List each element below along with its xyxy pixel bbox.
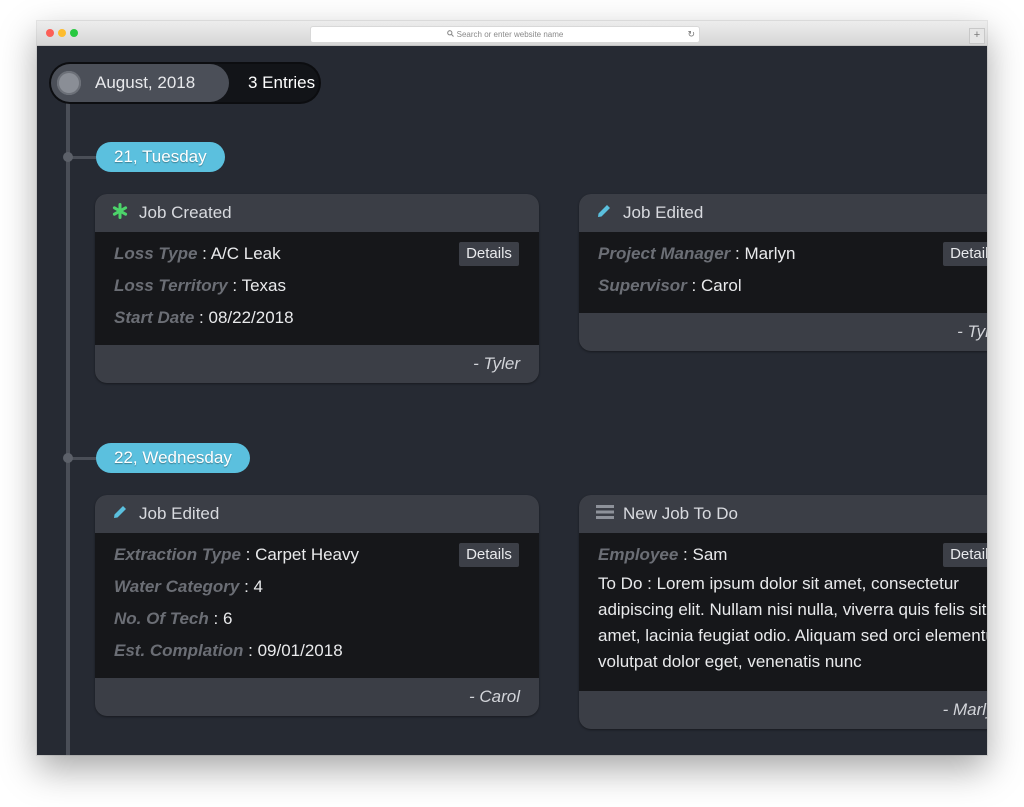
details-button[interactable]: Details — [943, 543, 987, 567]
card-title: Job Created — [139, 203, 232, 222]
minimize-window-button[interactable] — [58, 29, 66, 37]
card-header: Job Created — [95, 194, 539, 232]
timeline-node — [63, 453, 73, 463]
card-header: Job Edited — [579, 194, 987, 232]
new-tab-button[interactable]: + — [969, 28, 985, 44]
field-value: Carpet Heavy — [255, 545, 360, 564]
field-label: No. Of Tech — [114, 609, 209, 628]
card-title: Job Edited — [623, 203, 704, 222]
card-field: To Do : Lorem ipsum dolor sit amet, cons… — [598, 571, 987, 675]
field-label: To Do — [598, 574, 643, 593]
card-body: Loss Type : A/C Leak Loss Territory : Te… — [95, 232, 539, 338]
card-body: Employee : Sam To Do : Lorem ipsum dolor… — [579, 533, 987, 679]
timeline-line — [66, 102, 70, 755]
address-placeholder: Search or enter website name — [456, 30, 564, 39]
asterisk-icon — [112, 195, 132, 233]
field-value: Carol — [700, 276, 742, 295]
card-field: Start Date : 08/22/2018 — [114, 308, 294, 327]
card-field: Water Category : 4 — [114, 577, 263, 596]
circle-icon — [57, 71, 81, 95]
timeline-card: Job Edited Extraction Type : Carpet Heav… — [95, 495, 539, 716]
search-icon — [446, 27, 454, 42]
card-header: Job Edited — [95, 495, 539, 533]
browser-window: Search or enter website name ↻ + August,… — [37, 21, 987, 755]
card-field: Supervisor : Carol — [598, 276, 742, 295]
field-label: Loss Territory — [114, 276, 228, 295]
day-label: 22, Wednesday — [96, 443, 250, 473]
field-label: Project Manager — [598, 244, 731, 263]
card-title: Job Edited — [139, 504, 220, 523]
field-value: 08/22/2018 — [208, 308, 294, 327]
details-button[interactable]: Details — [943, 242, 987, 266]
card-title: New Job To Do — [623, 504, 738, 523]
field-label: Supervisor — [598, 276, 687, 295]
card-field: Est. Complation : 09/01/2018 — [114, 641, 343, 660]
pencil-icon — [112, 496, 132, 534]
field-label: Loss Type — [114, 244, 198, 263]
field-value: A/C Leak — [210, 244, 281, 263]
details-button[interactable]: Details — [459, 543, 519, 567]
field-value: 6 — [222, 609, 233, 628]
entries-count: 3 Entries — [248, 73, 316, 92]
card-field: Loss Territory : Texas — [114, 276, 286, 295]
field-value: Sam — [692, 545, 728, 564]
field-value: Texas — [241, 276, 286, 295]
address-bar[interactable]: Search or enter website name ↻ — [310, 26, 700, 43]
month-label: August, 2018 — [95, 73, 196, 92]
list-icon — [596, 496, 616, 534]
timeline-card: Job Created Loss Type : A/C Leak Loss Te… — [95, 194, 539, 383]
field-value: 4 — [253, 577, 263, 596]
browser-titlebar: Search or enter website name ↻ + — [37, 21, 987, 46]
timeline-page: August, 2018 3 Entries 21, Tuesday Job C… — [37, 46, 987, 755]
field-value: 09/01/2018 — [257, 641, 343, 660]
card-author: - Tyler — [95, 345, 539, 383]
card-author: - Tyler — [579, 313, 987, 351]
field-label: Est. Complation — [114, 641, 244, 660]
close-window-button[interactable] — [46, 29, 54, 37]
card-author: - Carol — [95, 678, 539, 716]
timeline-node — [63, 152, 73, 162]
month-header: August, 2018 3 Entries — [51, 64, 319, 102]
timeline-card: Job Edited Project Manager : Marlyn Supe… — [579, 194, 987, 351]
field-label: Employee — [598, 545, 679, 564]
field-value: Marlyn — [744, 244, 796, 263]
field-value: Lorem ipsum dolor sit amet, consectetur … — [598, 574, 987, 671]
field-label: Water Category — [114, 577, 240, 596]
card-field: Project Manager : Marlyn — [598, 244, 796, 263]
card-body: Extraction Type : Carpet Heavy Water Cat… — [95, 533, 539, 671]
details-button[interactable]: Details — [459, 242, 519, 266]
field-label: Start Date — [114, 308, 195, 327]
reload-icon[interactable]: ↻ — [687, 27, 695, 42]
card-body: Project Manager : Marlyn Supervisor : Ca… — [579, 232, 987, 306]
card-field: No. Of Tech : 6 — [114, 609, 233, 628]
month-toggle[interactable]: August, 2018 — [51, 64, 229, 102]
zoom-window-button[interactable] — [70, 29, 78, 37]
card-header: New Job To Do — [579, 495, 987, 533]
timeline-card: New Job To Do Employee : Sam To Do : Lor… — [579, 495, 987, 729]
field-label: Extraction Type — [114, 545, 241, 564]
card-field: Employee : Sam — [598, 545, 728, 564]
day-label: 21, Tuesday — [96, 142, 225, 172]
pencil-icon — [596, 195, 616, 233]
card-author: - Marlyn — [579, 691, 987, 729]
